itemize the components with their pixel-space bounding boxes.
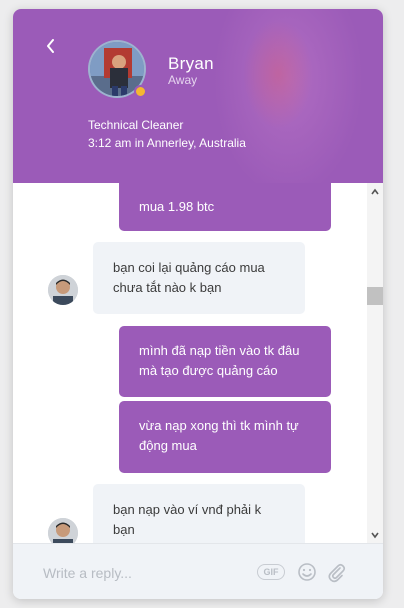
- back-arrow-icon: [47, 39, 54, 53]
- back-button[interactable]: [41, 35, 61, 57]
- message-scrollbar[interactable]: [367, 183, 383, 543]
- agent-message-avatar: [48, 275, 78, 305]
- message-bubble-outgoing: vừa nạp xong thì tk mình tự động mua: [119, 401, 331, 473]
- agent-message-avatar: [48, 518, 78, 543]
- reply-input[interactable]: [41, 562, 235, 584]
- agent-status: Away: [168, 73, 198, 87]
- scrollbar-thumb[interactable]: [367, 287, 383, 305]
- message-text: mua 1.98 btc: [139, 199, 215, 214]
- emoji-icon[interactable]: [297, 562, 317, 582]
- message-bubble-incoming: bạn coi lại quảng cáo mua chưa tắt nào k…: [93, 242, 305, 314]
- chat-header: Bryan Away Technical Cleaner 3:12 am in …: [13, 9, 383, 183]
- message-bubble-outgoing: mình đã nạp tiền vào tk đâu mà tạo được …: [119, 326, 331, 397]
- agent-local-time: 3:12 am in Annerley, Australia: [88, 136, 246, 150]
- chat-widget: Bryan Away Technical Cleaner 3:12 am in …: [13, 9, 383, 599]
- message-bubble-incoming: bạn nạp vào ví vnđ phải k bạn: [93, 484, 305, 543]
- message-text: mình đã nạp tiền vào tk đâu mà tạo được …: [139, 343, 300, 378]
- message-list: mua 1.98 btc bạn coi lại quảng cáo mua c…: [13, 183, 367, 543]
- status-indicator: [134, 85, 147, 98]
- message-text: bạn coi lại quảng cáo mua chưa tắt nào k…: [113, 260, 265, 295]
- reply-composer: GIF: [13, 543, 383, 599]
- message-text: bạn nạp vào ví vnđ phải k bạn: [113, 502, 262, 537]
- gif-button[interactable]: GIF: [257, 564, 285, 580]
- scroll-up-icon[interactable]: [370, 188, 380, 196]
- message-bubble-outgoing: mua 1.98 btc: [119, 183, 331, 231]
- agent-role: Technical Cleaner: [88, 118, 184, 132]
- paperclip-icon[interactable]: [326, 561, 346, 583]
- agent-name: Bryan: [168, 54, 214, 73]
- message-text: vừa nạp xong thì tk mình tự động mua: [139, 418, 299, 453]
- scroll-down-icon[interactable]: [370, 531, 380, 539]
